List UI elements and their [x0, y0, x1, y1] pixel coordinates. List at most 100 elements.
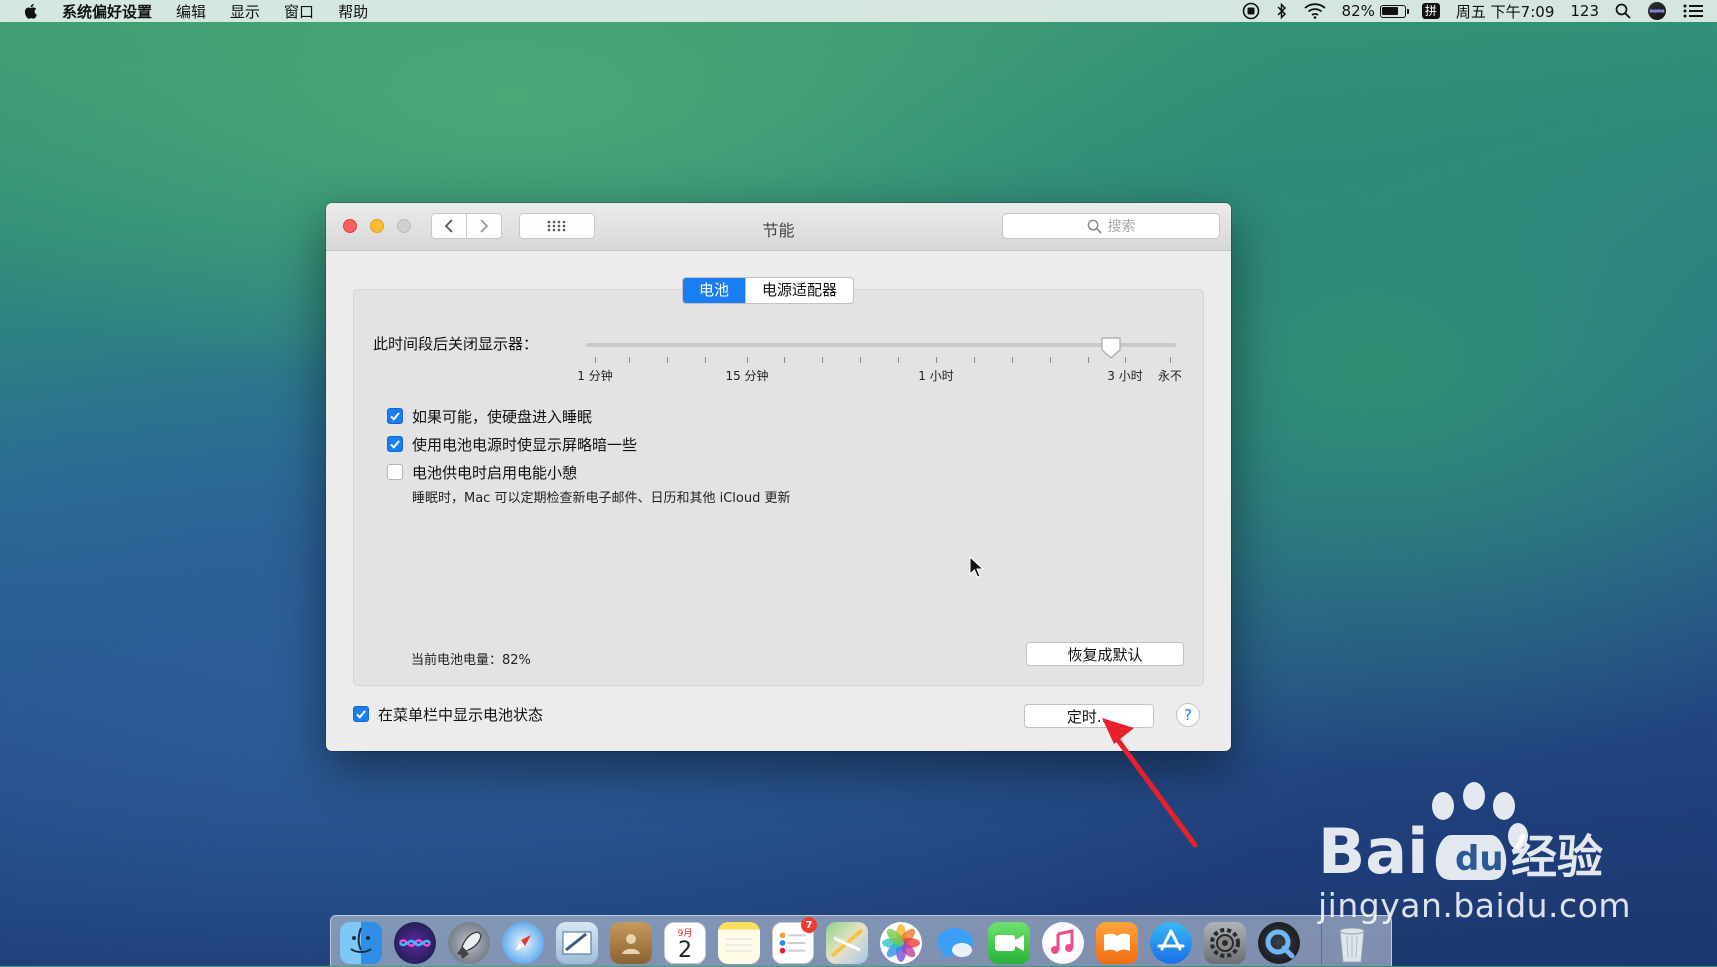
input-method-indicator[interactable]: 拼	[1421, 3, 1440, 19]
checkmark-icon	[356, 710, 366, 719]
slider-tick	[1125, 357, 1126, 363]
hdd-sleep-label[interactable]: 如果可能，使硬盘进入睡眠	[412, 406, 592, 427]
dock-mail[interactable]	[556, 922, 598, 964]
display-sleep-slider-track[interactable]	[586, 343, 1176, 347]
display-sleep-label: 此时间段后关闭显示器：	[373, 335, 539, 353]
slider-tick	[860, 357, 861, 363]
dock-facetime[interactable]	[988, 922, 1030, 964]
slider-tick	[629, 357, 630, 363]
dock-messages[interactable]	[934, 922, 976, 964]
dock-finder[interactable]	[340, 922, 382, 964]
book-icon	[1104, 933, 1130, 952]
menu-app-name[interactable]: 系统偏好设置	[62, 1, 152, 22]
gear-icon	[1210, 928, 1240, 958]
slider-tick	[1088, 357, 1089, 363]
dock-contacts[interactable]	[610, 922, 652, 964]
slider-tick	[974, 357, 975, 363]
checkmark-icon	[390, 412, 400, 421]
battery-charge-status: 当前电池电量：82%	[411, 653, 531, 668]
hdd-sleep-checkbox[interactable]	[387, 408, 403, 424]
menu-user[interactable]: 123	[1570, 2, 1599, 20]
dock-launchpad[interactable]	[448, 922, 490, 964]
slider-tick	[705, 357, 706, 363]
slider-tick	[784, 357, 785, 363]
tab-battery[interactable]: 电池	[683, 278, 746, 303]
mail-icon	[562, 931, 592, 955]
video-camera-icon	[995, 935, 1024, 951]
checkmark-icon	[390, 440, 400, 449]
svg-text:du: du	[1455, 839, 1504, 879]
siri-icon[interactable]	[1647, 1, 1667, 21]
dock-reminders[interactable]: 7	[772, 917, 817, 964]
contacts-icon	[622, 934, 640, 954]
show-battery-checkbox[interactable]	[353, 706, 369, 722]
tick-label-3hours: 3 小时	[1107, 369, 1143, 383]
dock-calendar[interactable]: 9月 2	[664, 922, 706, 964]
dock-siri[interactable]	[394, 922, 436, 964]
calendar-day: 2	[678, 938, 692, 963]
power-nap-checkbox[interactable]	[387, 464, 403, 480]
battery-status[interactable]: 82%	[1341, 2, 1409, 20]
dock-app-store[interactable]	[1150, 922, 1192, 964]
annotation-arrow-icon	[1102, 718, 1198, 848]
map-icon	[830, 928, 864, 958]
bluetooth-icon[interactable]	[1276, 2, 1288, 20]
slider-tick	[1050, 357, 1051, 363]
dim-display-label[interactable]: 使用电池电源时使显示屏略暗一些	[412, 434, 637, 455]
search-icon[interactable]	[1615, 3, 1631, 19]
search-placeholder: 搜索	[1107, 219, 1136, 235]
dock-ibooks[interactable]	[1096, 922, 1138, 964]
slider-tick	[822, 357, 823, 363]
search-field[interactable]: 搜索	[1002, 213, 1220, 239]
notification-list-icon[interactable]	[1683, 3, 1703, 19]
power-nap-label[interactable]: 电池供电时启用电能小憩	[412, 462, 577, 483]
watermark-brand: Bai	[1318, 815, 1428, 888]
menu-bar: 系统偏好设置 编辑 显示 窗口 帮助 82% 拼 周五 下午7:09 123	[0, 0, 1717, 22]
slider-tick	[1170, 357, 1171, 363]
menu-window[interactable]: 窗口	[284, 1, 314, 22]
window-titlebar[interactable]: 节能 搜索	[326, 203, 1231, 251]
slider-tick	[936, 357, 937, 363]
dock-quicktime[interactable]	[1258, 922, 1300, 964]
slider-tick	[595, 357, 596, 363]
dock-system-preferences[interactable]	[1204, 922, 1246, 964]
tab-bar: 电池 电源适配器	[682, 277, 855, 304]
notes-icon	[726, 938, 752, 952]
slider-tick	[1012, 357, 1013, 363]
compass-icon	[515, 935, 531, 951]
app-store-icon	[1157, 929, 1185, 951]
battery-icon	[1379, 4, 1409, 18]
restore-defaults-button[interactable]: 恢复成默认	[1026, 642, 1184, 666]
dock-maps[interactable]	[826, 922, 868, 964]
dock-separator	[1321, 922, 1322, 964]
display-sleep-slider-thumb[interactable]	[1100, 336, 1122, 360]
apple-icon[interactable]	[22, 3, 38, 19]
finder-icon	[350, 927, 372, 953]
menu-help[interactable]: 帮助	[338, 1, 368, 22]
menu-edit[interactable]: 编辑	[176, 1, 206, 22]
slider-tick	[667, 357, 668, 363]
music-note-icon	[1051, 929, 1074, 954]
battery-percent: 82%	[1341, 2, 1375, 20]
reminders-badge: 7	[801, 917, 817, 933]
tick-label-1hour: 1 小时	[918, 369, 954, 383]
tab-power-adapter[interactable]: 电源适配器	[745, 278, 853, 303]
dock-notes[interactable]	[718, 922, 760, 964]
trash-icon	[1339, 927, 1365, 963]
dock-safari[interactable]	[502, 922, 544, 964]
dock-photos[interactable]	[880, 922, 922, 964]
dim-display-checkbox[interactable]	[387, 436, 403, 452]
mouse-cursor-icon	[969, 556, 985, 578]
record-icon[interactable]	[1242, 2, 1260, 20]
dock: 9月 2 7	[330, 915, 1392, 966]
search-icon	[1087, 219, 1102, 234]
wifi-icon[interactable]	[1303, 3, 1326, 19]
tick-label-never: 永不	[1157, 369, 1183, 383]
menu-view[interactable]: 显示	[230, 1, 260, 22]
dock-trash[interactable]	[1331, 922, 1373, 964]
quicktime-icon	[1265, 929, 1295, 959]
menu-clock[interactable]: 周五 下午7:09	[1456, 1, 1554, 22]
show-battery-label[interactable]: 在菜单栏中显示电池状态	[378, 704, 543, 725]
tick-label-1min: 1 分钟	[577, 369, 613, 383]
dock-itunes[interactable]	[1042, 922, 1084, 964]
